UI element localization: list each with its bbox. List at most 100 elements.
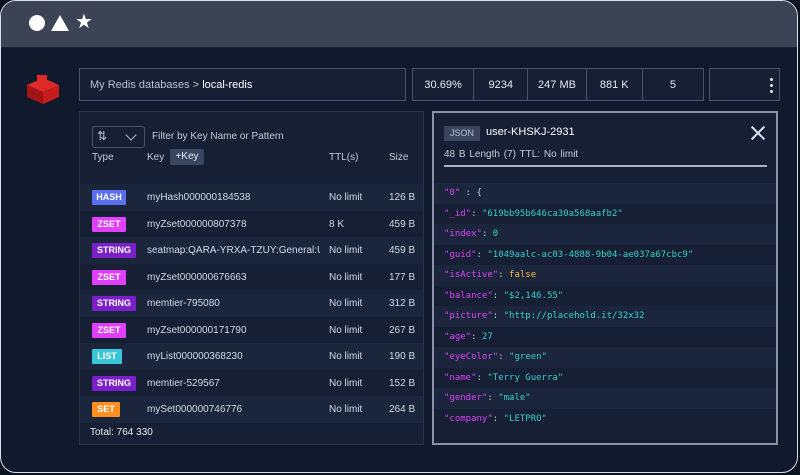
key-size: 126 B	[389, 192, 416, 203]
json-separator: :	[492, 290, 504, 301]
json-separator: :	[498, 352, 510, 362]
table-row[interactable]: STRING memtier-795080 No limit 312 B	[80, 290, 423, 317]
key-name: memtier-529567	[147, 377, 220, 389]
json-key: "0"	[444, 188, 461, 198]
breadcrumb-parent[interactable]: My Redis databases	[90, 79, 190, 91]
json-value: false	[509, 270, 537, 280]
filter-sort-icon: ⇅	[97, 129, 108, 143]
json-separator: :	[492, 311, 504, 321]
title-bar: ★	[1, 1, 797, 48]
table-row[interactable]: HASH myHash000000184538 No limit 126 B	[80, 184, 423, 211]
json-line: "0" : {	[434, 183, 776, 204]
json-key: "index"	[444, 229, 482, 239]
stat-ops: 9234	[474, 69, 529, 100]
keys-total: Total: 764 330	[90, 427, 153, 438]
breadcrumb-separator: >	[192, 79, 200, 91]
key-ttl: No limit	[329, 192, 363, 203]
json-value: "619bb95b646ca30a568aafb2"	[481, 208, 623, 219]
json-key: "eyeColor"	[444, 352, 499, 362]
json-line: "eyeColor": "green"	[434, 347, 776, 368]
key-details-panel: JSON user-KHSKJ-2931 48 B Length (7) TTL…	[432, 111, 778, 445]
type-badge: STRING	[92, 296, 136, 311]
key-name: myZset000000807378	[147, 218, 247, 230]
table-row[interactable]: ZSET myZset000000171790 No limit 267 B	[80, 317, 423, 344]
json-key: "age"	[444, 331, 472, 342]
json-key: "gender"	[444, 393, 488, 403]
json-separator: :	[487, 393, 499, 403]
detail-meta: 48 B Length (7) TTL: No limit	[444, 149, 579, 160]
key-name: myHash000000184538	[147, 192, 251, 203]
key-ttl: No limit	[329, 245, 363, 256]
close-icon[interactable]	[750, 125, 766, 141]
json-line: "index": 0	[434, 224, 776, 245]
json-line: "guid": "1049aalc-ac03-4888-9b04-ae037a6…	[434, 245, 776, 266]
json-value: 0	[492, 229, 499, 239]
filter-input[interactable]: Filter by Key Name or Pattern	[152, 131, 284, 142]
key-name: myZset000000171790	[147, 324, 247, 336]
table-row[interactable]: ZSET myZset000000676663 No limit 177 B	[80, 264, 423, 291]
table-row[interactable]: STRING memtier-529567 No limit 152 B	[80, 370, 423, 397]
more-menu-button[interactable]	[709, 68, 780, 101]
json-type-badge: JSON	[444, 126, 480, 141]
stat-memory: 247 MB	[528, 69, 587, 100]
type-badge: STRING	[92, 375, 136, 391]
json-separator: :	[460, 188, 477, 198]
json-line: "name": "Terry Guerra"	[434, 368, 776, 389]
key-name: myList000000368230	[147, 351, 243, 362]
key-name: memtier-795080	[147, 298, 220, 309]
json-separator: :	[492, 413, 504, 424]
table-row[interactable]: LIST myList000000368230 No limit 190 B	[80, 343, 423, 370]
detail-key-name[interactable]: user-KHSKJ-2931	[486, 126, 575, 138]
column-type: Type	[92, 152, 114, 163]
key-ttl: No limit	[329, 351, 363, 362]
json-key: "isActive"	[444, 270, 499, 280]
key-name: myZset000000676663	[147, 271, 247, 283]
key-ttl: No limit	[329, 298, 363, 309]
key-ttl: No limit	[329, 377, 363, 389]
key-ttl: No limit	[329, 404, 363, 415]
json-value: "$2,146.55"	[503, 290, 564, 301]
table-row[interactable]: ZSET myZset000000807378 8 K 459 B	[80, 211, 423, 238]
json-value: "male"	[498, 393, 531, 403]
chevron-down-icon	[125, 129, 137, 141]
stat-keys: 881 K	[587, 69, 643, 100]
add-key-button[interactable]: +Key	[170, 149, 204, 165]
table-row[interactable]: SET mySet000000746776 No limit 264 B	[80, 396, 423, 423]
json-key: "picture"	[444, 311, 493, 321]
column-ttl: TTL(s)	[329, 152, 359, 163]
type-badge: STRING	[92, 243, 136, 258]
circle-icon[interactable]	[29, 15, 45, 31]
json-line: "company": "LETPRO"	[434, 409, 776, 430]
window-controls: ★	[29, 12, 93, 32]
type-badge: ZSET	[92, 216, 126, 232]
star-icon[interactable]: ★	[75, 12, 93, 32]
json-line: "gender": "male"	[434, 388, 776, 409]
key-ttl: No limit	[329, 271, 363, 283]
json-value: "Terry Guerra"	[487, 372, 564, 383]
json-key: "balance"	[444, 290, 493, 301]
keys-list-panel: ⇅ Filter by Key Name or Pattern Type Key…	[79, 111, 424, 445]
redis-logo-icon[interactable]	[25, 73, 61, 105]
keys-table: HASH myHash000000184538 No limit 126 B ZSET…	[80, 184, 423, 423]
key-size: 177 B	[389, 271, 416, 283]
type-badge: HASH	[92, 190, 126, 205]
json-separator: :	[476, 249, 488, 260]
json-value: {	[476, 188, 482, 198]
key-size: 459 B	[389, 218, 416, 230]
key-ttl: 8 K	[329, 218, 345, 230]
type-badge: SET	[92, 402, 120, 417]
key-name: seatmap:QARA-YRXA-TZUY:General:UF	[147, 245, 320, 256]
table-row[interactable]: STRING seatmap:QARA-YRXA-TZUY:General:UF N…	[80, 237, 423, 264]
json-key: "company"	[444, 413, 493, 424]
type-badge: ZSET	[92, 269, 126, 285]
json-value: "green"	[509, 352, 547, 362]
triangle-icon[interactable]	[51, 15, 69, 31]
json-line: "_id": "619bb95b646ca30a568aafb2"	[434, 204, 776, 225]
type-badge: LIST	[92, 349, 122, 364]
breadcrumb-current: local-redis	[202, 79, 253, 91]
key-size: 312 B	[389, 298, 416, 309]
json-separator: :	[471, 331, 482, 342]
key-size: 267 B	[389, 324, 416, 336]
filter-type-select[interactable]: ⇅	[92, 126, 145, 148]
json-key: "guid"	[444, 249, 477, 260]
